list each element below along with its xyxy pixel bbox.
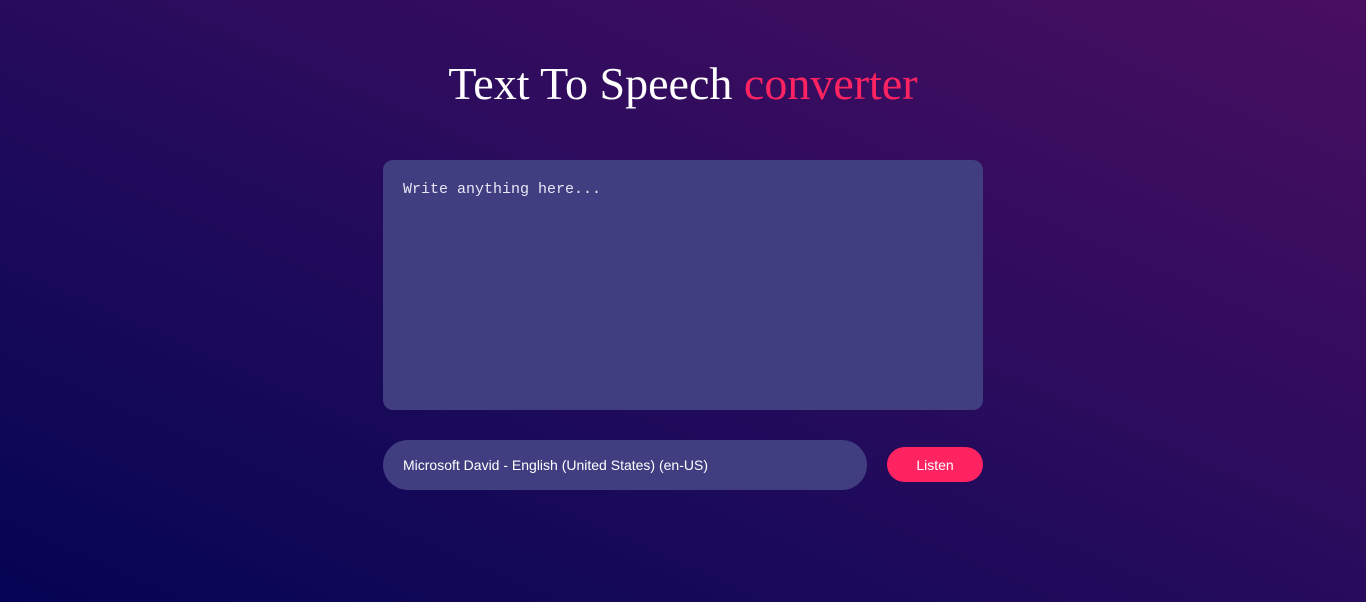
voice-select-value: Microsoft David - English (United States… — [403, 457, 708, 473]
listen-button[interactable]: Listen — [887, 447, 983, 482]
voice-select[interactable]: Microsoft David - English (United States… — [383, 440, 867, 490]
title-main: Text To Speech — [448, 58, 733, 109]
title-accent: converter — [743, 58, 918, 109]
text-input[interactable] — [383, 160, 983, 410]
page-title: Text To Speech converter — [0, 57, 1366, 111]
